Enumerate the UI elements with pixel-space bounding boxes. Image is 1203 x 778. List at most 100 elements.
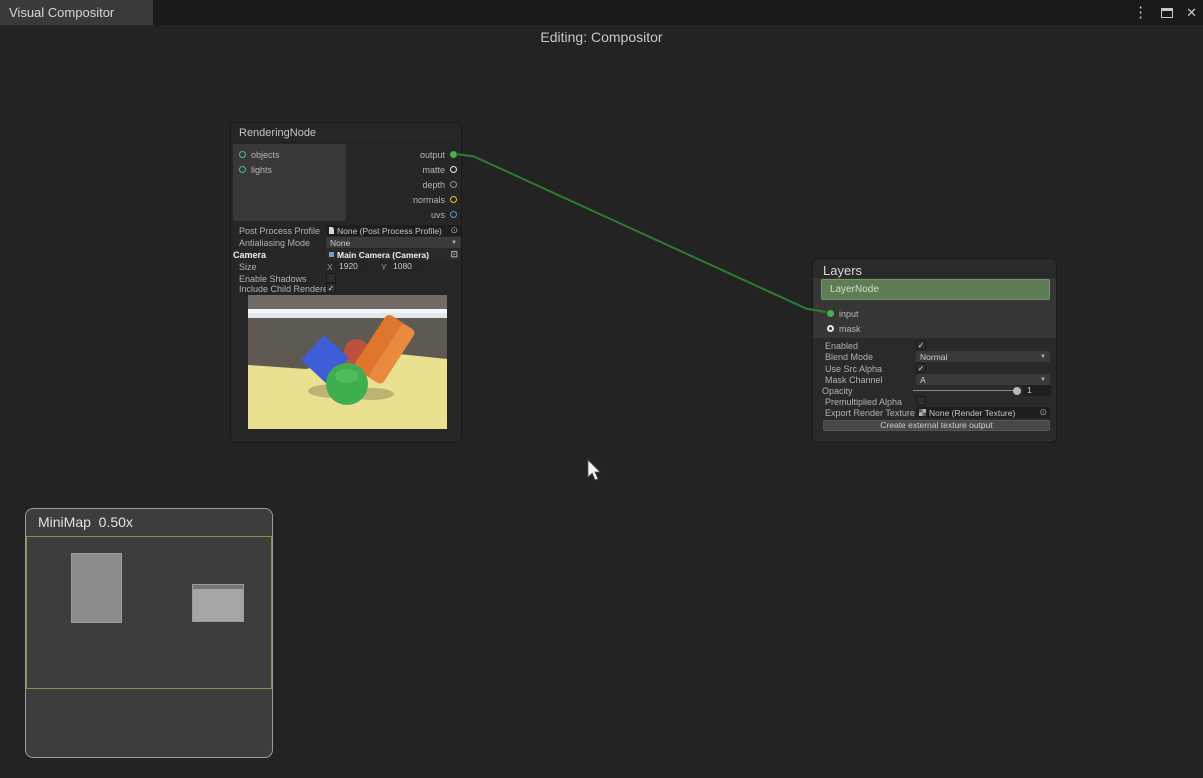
prop-label: Export Render Texture (825, 408, 915, 418)
rendering-node: RenderingNode objects lights output matt… (230, 122, 462, 443)
minimap-layer-node-rect[interactable] (192, 584, 244, 622)
blend-mode-dropdown[interactable]: Normal ▼ (916, 351, 1050, 362)
close-icon[interactable]: ✕ (1186, 0, 1197, 25)
port-label: mask (839, 324, 861, 334)
include-child-renderers-checkbox[interactable]: ✓ (326, 283, 336, 293)
port-label: normals (413, 195, 445, 205)
prop-row-size: Size X 1920 Y 1080 (231, 261, 461, 273)
prop-label: Camera (233, 250, 266, 260)
port-circle-normals[interactable] (450, 196, 457, 203)
menu-icon[interactable]: ⋮ (1133, 0, 1148, 25)
port-circle-lights[interactable] (239, 166, 246, 173)
prop-row-export-render-texture: Export Render Texture None (Render Textu… (813, 407, 1056, 419)
port-label: input (839, 309, 859, 319)
port-lights[interactable]: lights (239, 162, 339, 177)
connection-edge[interactable] (456, 154, 826, 312)
mouse-cursor (586, 459, 604, 483)
port-circle-depth[interactable] (450, 181, 457, 188)
layer-node-header[interactable]: LayerNode (821, 279, 1050, 300)
editing-target-label: Editing: Compositor (0, 29, 1203, 45)
object-picker-icon[interactable]: ⊡ (450, 250, 458, 259)
premultiplied-alpha-checkbox[interactable] (916, 396, 926, 406)
port-label: output (420, 150, 445, 160)
preview-sphere-highlight (335, 369, 359, 383)
port-input[interactable]: input (827, 306, 947, 321)
chevron-down-icon: ▼ (1040, 354, 1046, 360)
dropdown-value: A (920, 375, 926, 385)
post-process-profile-field[interactable]: None (Post Process Profile) ⊙ (326, 225, 461, 236)
minimap-panel[interactable]: MiniMap 0.50x (25, 508, 273, 758)
port-circle-matte[interactable] (450, 166, 457, 173)
minimap-rendering-node-rect[interactable] (71, 553, 122, 623)
chevron-down-icon: ▼ (451, 240, 457, 246)
axis-y-label: Y (381, 262, 387, 272)
prop-row-camera: Camera Main Camera (Camera) ⊡ (231, 249, 461, 261)
asset-icon (329, 227, 334, 234)
minimap-title: MiniMap 0.50x (38, 514, 133, 530)
enabled-checkbox[interactable]: ✓ (916, 340, 926, 350)
prop-label: Opacity (822, 386, 853, 396)
prop-row-post-process-profile: Post Process Profile None (Post Process … (231, 225, 461, 237)
use-src-alpha-checkbox[interactable]: ✓ (916, 363, 926, 373)
prop-label: Mask Channel (825, 375, 883, 385)
create-external-texture-output-button[interactable]: Create external texture output (823, 420, 1050, 431)
port-objects[interactable]: objects (239, 147, 339, 162)
layers-panel: Layers LayerNode input mask Enabled ✓ Bl… (812, 258, 1057, 443)
field-value: None (Post Process Profile) (337, 226, 447, 236)
prop-row-include-child-renderers: Include Child Renderers ✓ (231, 283, 461, 295)
opacity-value-field[interactable]: 1 (1023, 385, 1051, 396)
port-circle-input[interactable] (827, 310, 834, 317)
port-mask[interactable]: mask (827, 321, 947, 336)
object-picker-icon[interactable]: ⊙ (1039, 408, 1047, 417)
prop-label: Post Process Profile (239, 226, 320, 236)
object-picker-icon[interactable]: ⊙ (450, 226, 458, 235)
size-x-field[interactable]: 1920 (335, 261, 375, 272)
opacity-slider-track[interactable] (913, 390, 1019, 391)
port-depth[interactable]: depth (347, 177, 457, 192)
prop-row-blend-mode: Blend Mode Normal ▼ (813, 351, 1056, 363)
enable-shadows-checkbox[interactable] (326, 273, 336, 283)
port-circle-output[interactable] (450, 151, 457, 158)
field-value: Main Camera (Camera) (337, 250, 447, 260)
camera-icon (329, 252, 334, 257)
prop-row-antialiasing-mode: Antialiasing Mode None ▼ (231, 237, 461, 249)
port-matte[interactable]: matte (347, 162, 457, 177)
prop-label: Use Src Alpha (825, 364, 882, 374)
opacity-slider-handle[interactable] (1013, 387, 1021, 395)
dropdown-value: None (330, 238, 350, 248)
port-label: depth (422, 180, 445, 190)
preview-scene (248, 295, 447, 429)
window-controls: ⋮ ✕ (1133, 0, 1197, 25)
rendering-node-header[interactable]: RenderingNode (231, 123, 461, 143)
minimap-layer-node-header (193, 585, 243, 589)
prop-label: Size (239, 262, 257, 272)
port-circle-mask[interactable] (827, 325, 834, 332)
prop-label: Include Child Renderers (239, 284, 336, 294)
mask-channel-dropdown[interactable]: A ▼ (916, 374, 1050, 385)
render-preview (248, 295, 447, 429)
prop-label: Blend Mode (825, 352, 873, 362)
prop-label: Premultiplied Alpha (825, 397, 902, 407)
dropdown-value: Normal (920, 352, 947, 362)
port-label: matte (422, 165, 445, 175)
size-y-field[interactable]: 1080 (389, 261, 429, 272)
port-circle-objects[interactable] (239, 151, 246, 158)
tab-visual-compositor[interactable]: Visual Compositor (0, 0, 153, 25)
port-circle-uvs[interactable] (450, 211, 457, 218)
visual-compositor-window: Visual Compositor ⋮ ✕ Editing: Composito… (0, 0, 1203, 778)
port-label: uvs (431, 210, 445, 220)
preview-horizon-highlight (248, 309, 447, 313)
prop-label: Antialiasing Mode (239, 238, 310, 248)
axis-x-label: X (327, 262, 333, 272)
render-texture-icon (919, 409, 926, 416)
port-uvs[interactable]: uvs (347, 207, 457, 222)
maximize-icon[interactable] (1161, 8, 1173, 18)
antialiasing-mode-dropdown[interactable]: None ▼ (326, 237, 461, 248)
tab-bar: Visual Compositor ⋮ ✕ (0, 0, 1203, 25)
port-normals[interactable]: normals (347, 192, 457, 207)
port-output[interactable]: output (347, 147, 457, 162)
export-render-texture-field[interactable]: None (Render Texture) ⊙ (916, 407, 1050, 418)
chevron-down-icon: ▼ (1040, 377, 1046, 383)
camera-field[interactable]: Main Camera (Camera) ⊡ (326, 249, 461, 260)
layers-panel-title: Layers (823, 263, 862, 278)
